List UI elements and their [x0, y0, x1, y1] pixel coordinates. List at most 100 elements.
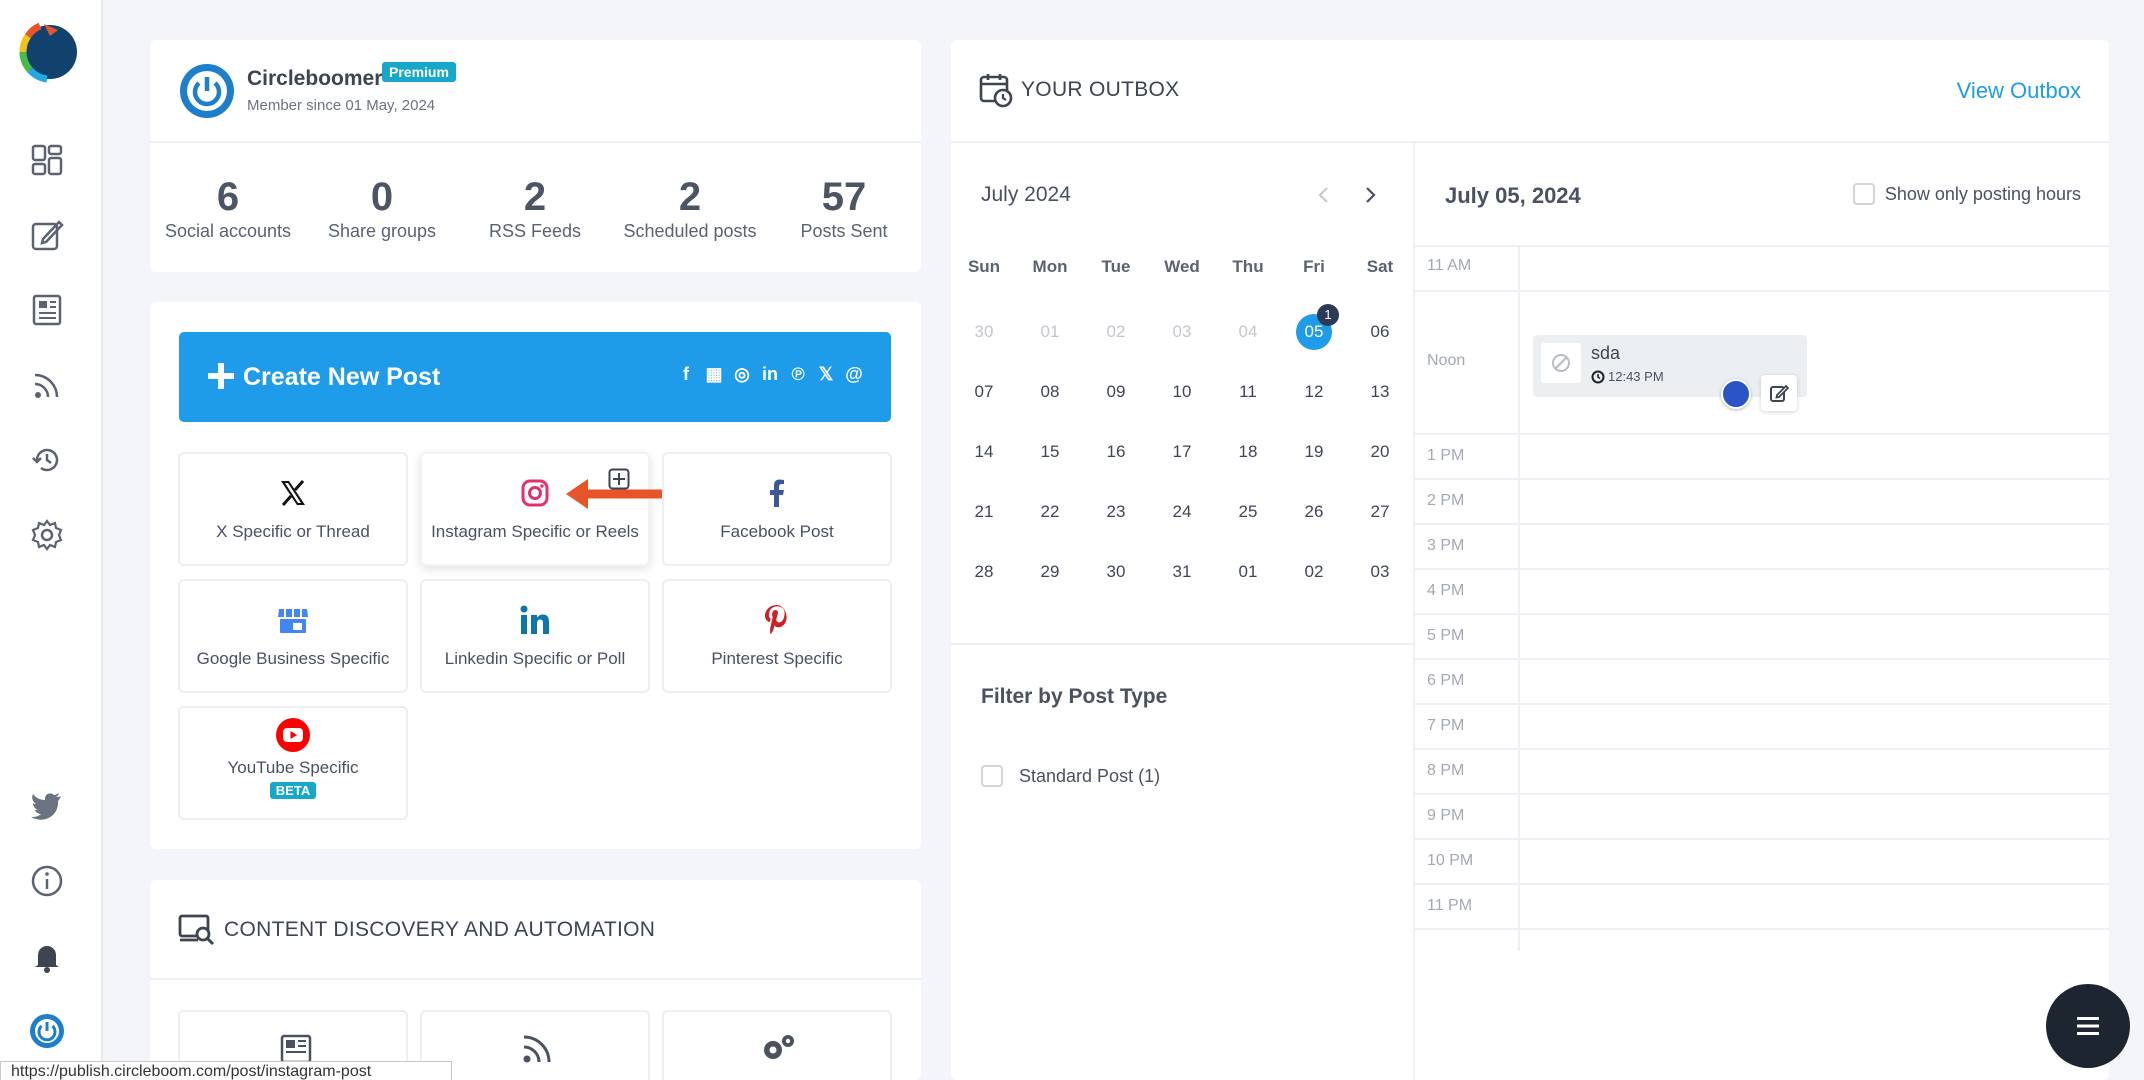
- tile-label: Facebook Post: [720, 522, 834, 541]
- calendar-day[interactable]: 30: [951, 314, 1017, 350]
- settings-gear-icon[interactable]: [27, 515, 67, 555]
- calendar-day[interactable]: 16: [1083, 434, 1149, 470]
- calendar-day[interactable]: 24: [1149, 494, 1215, 530]
- hour-row[interactable]: 7 PM: [1415, 703, 2109, 748]
- profile-avatar[interactable]: [180, 64, 234, 118]
- calendar-day[interactable]: 12: [1281, 374, 1347, 410]
- hour-row[interactable]: 10 PM: [1415, 838, 2109, 883]
- filter-checkbox[interactable]: [981, 765, 1003, 787]
- facebook-icon: [664, 474, 890, 512]
- calendar-day[interactable]: 03: [1149, 314, 1215, 350]
- filter-option-label: Standard Post (1): [1019, 765, 1161, 786]
- calendar-day[interactable]: 11: [1215, 374, 1281, 410]
- hour-row[interactable]: 9 PM: [1415, 793, 2109, 838]
- calendar-day[interactable]: 18: [1215, 434, 1281, 470]
- weekday-wed: Wed: [1164, 257, 1200, 276]
- calendar-day[interactable]: 01: [1017, 314, 1083, 350]
- youtube-icon: [180, 716, 406, 754]
- compose-icon[interactable]: [27, 215, 67, 255]
- notification-bell-icon[interactable]: [27, 937, 67, 977]
- edit-post-button[interactable]: [1761, 375, 1797, 411]
- tile-linkedin-specific[interactable]: Linkedin Specific or Poll: [420, 579, 650, 693]
- stat-rss-feeds[interactable]: 2 RSS Feeds: [460, 175, 610, 242]
- hour-row[interactable]: 4 PM: [1415, 568, 2109, 613]
- calendar-day[interactable]: 13: [1347, 374, 1413, 410]
- stat-label: Share groups: [327, 221, 437, 241]
- hour-row[interactable]: 3 PM: [1415, 523, 2109, 568]
- calendar-day[interactable]: 08: [1017, 374, 1083, 410]
- hour-row[interactable]: 6 PM: [1415, 658, 2109, 703]
- hour-row[interactable]: 1 PM: [1415, 433, 2109, 478]
- calendar-day[interactable]: 30: [1083, 554, 1149, 590]
- calendar-day[interactable]: 01: [1215, 554, 1281, 590]
- tile-instagram-specific[interactable]: Instagram Specific or Reels: [420, 452, 672, 566]
- calendar-day[interactable]: 17: [1149, 434, 1215, 470]
- calendar-day[interactable]: 26: [1281, 494, 1347, 530]
- gears-icon: [764, 1035, 794, 1059]
- hour-row[interactable]: 5 PM: [1415, 613, 2109, 658]
- menu-fab-button[interactable]: [2046, 984, 2130, 1068]
- circleboom-logo[interactable]: [14, 16, 80, 84]
- create-new-post-button[interactable]: Create New Post f ▦ ◎ in ℗ 𝕏 @: [179, 332, 891, 422]
- stat-scheduled-posts[interactable]: 2 Scheduled posts: [615, 175, 765, 242]
- rss-icon[interactable]: [27, 365, 67, 405]
- view-outbox-link[interactable]: View Outbox: [1957, 78, 2081, 104]
- calendar-day[interactable]: 14: [951, 434, 1017, 470]
- no-image-icon: [1541, 343, 1581, 383]
- calendar-next-button[interactable]: [1357, 181, 1385, 209]
- calendar-clock-icon: [979, 74, 1013, 108]
- tile-facebook-post[interactable]: Facebook Post: [662, 452, 892, 566]
- premium-badge: Premium: [382, 62, 456, 82]
- posting-hours-label: Show only posting hours: [1884, 183, 2081, 204]
- calendar-day[interactable]: 20: [1347, 434, 1413, 470]
- weekday-tue: Tue: [1101, 257, 1131, 276]
- tile-x-specific[interactable]: X Specific or Thread: [178, 452, 408, 566]
- calendar-day[interactable]: 23: [1083, 494, 1149, 530]
- filter-standard-post[interactable]: Standard Post (1): [981, 765, 1160, 787]
- stat-social-accounts[interactable]: 6 Social accounts: [153, 175, 303, 242]
- calendar-day[interactable]: 21: [951, 494, 1017, 530]
- info-icon[interactable]: [27, 861, 67, 901]
- calendar-day[interactable]: 31: [1149, 554, 1215, 590]
- calendar-day[interactable]: 15: [1017, 434, 1083, 470]
- discovery-tile-automation[interactable]: [662, 1010, 892, 1080]
- calendar-day[interactable]: 28: [951, 554, 1017, 590]
- calendar-day[interactable]: 22: [1017, 494, 1083, 530]
- user-power-avatar-icon[interactable]: [27, 1011, 67, 1051]
- calendar-day[interactable]: 07: [951, 374, 1017, 410]
- calendar-day[interactable]: 29: [1017, 554, 1083, 590]
- stat-posts-sent[interactable]: 57 Posts Sent: [769, 175, 919, 242]
- hour-row[interactable]: 8 PM: [1415, 748, 2109, 793]
- discovery-tile-rss[interactable]: [420, 1010, 650, 1080]
- automation-icon[interactable]: [27, 440, 67, 480]
- stat-share-groups[interactable]: 0 Share groups: [307, 175, 457, 242]
- account-avatar[interactable]: [1721, 379, 1751, 409]
- tile-google-business[interactable]: Google Business Specific: [178, 579, 408, 693]
- show-posting-hours-toggle[interactable]: Show only posting hours: [1852, 183, 2081, 205]
- calendar-prev-button[interactable]: [1309, 181, 1337, 209]
- hour-row[interactable]: 11 PM: [1415, 883, 2109, 928]
- scheduled-post-event[interactable]: sda 12:43 PM: [1533, 335, 1807, 411]
- calendar-day[interactable]: 02: [1281, 554, 1347, 590]
- twitter-bird-icon[interactable]: [27, 785, 67, 825]
- calendar-day[interactable]: 10: [1149, 374, 1215, 410]
- hour-label: 10 PM: [1427, 852, 1474, 869]
- posting-hours-checkbox[interactable]: [1852, 183, 1875, 205]
- calendar-day[interactable]: 02: [1083, 314, 1149, 350]
- tile-pinterest-specific[interactable]: Pinterest Specific: [662, 579, 892, 693]
- calendar-day[interactable]: 03: [1347, 554, 1413, 590]
- hour-row[interactable]: 2 PM: [1415, 478, 2109, 523]
- hour-row[interactable]: 11 AM: [1415, 245, 2109, 290]
- calendar-day[interactable]: 27: [1347, 494, 1413, 530]
- stat-value: 0: [370, 175, 394, 219]
- calendar-day[interactable]: 06: [1347, 314, 1413, 350]
- articles-icon[interactable]: [27, 290, 67, 330]
- dashboard-icon[interactable]: [27, 140, 67, 180]
- calendar-day[interactable]: 25: [1215, 494, 1281, 530]
- profile-card: Circleboomer Premium Member since 01 May…: [150, 40, 921, 272]
- calendar-day[interactable]: 04: [1215, 314, 1281, 350]
- event-time: 12:43 PM: [1591, 369, 1664, 384]
- calendar-day[interactable]: 09: [1083, 374, 1149, 410]
- calendar-day[interactable]: 19: [1281, 434, 1347, 470]
- tile-youtube-specific[interactable]: YouTube Specific BETA: [178, 706, 408, 820]
